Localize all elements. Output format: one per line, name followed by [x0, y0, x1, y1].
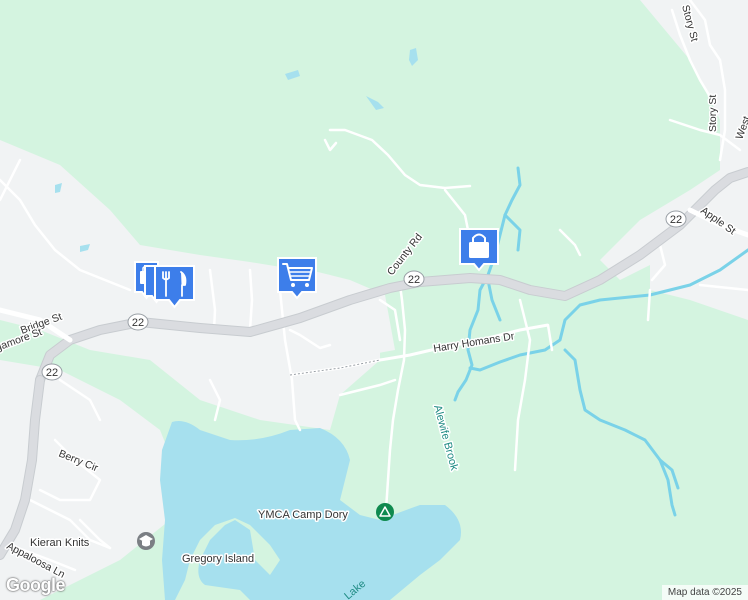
gregory-island-label[interactable]: Gregory Island — [181, 552, 256, 567]
shop-marker[interactable] — [137, 532, 155, 550]
google-logo: Google — [6, 575, 66, 595]
kieran-knits-label[interactable]: Kieran Knits — [29, 536, 92, 551]
route-shield: 22 — [403, 270, 425, 288]
map-canvas[interactable]: 22 22 22 22 County Rd Harry Homans Dr Br… — [0, 0, 748, 600]
camp-marker[interactable] — [376, 503, 394, 521]
story-st-label: Story St — [707, 95, 719, 132]
ymca-camp-dory-label[interactable]: YMCA Camp Dory — [257, 508, 350, 523]
route-shield: 22 — [665, 210, 687, 228]
map-attribution[interactable]: Map data ©2025 — [661, 585, 748, 600]
svg-text:22: 22 — [408, 274, 420, 286]
grocery-marker[interactable] — [277, 257, 317, 300]
svg-text:22: 22 — [132, 317, 144, 329]
svg-text:22: 22 — [670, 214, 682, 226]
route-shield: 22 — [127, 313, 149, 331]
route-shield: 22 — [41, 363, 63, 381]
svg-text:22: 22 — [46, 367, 58, 379]
shopping-marker-right[interactable] — [459, 228, 499, 272]
restaurant-marker[interactable] — [154, 265, 195, 309]
